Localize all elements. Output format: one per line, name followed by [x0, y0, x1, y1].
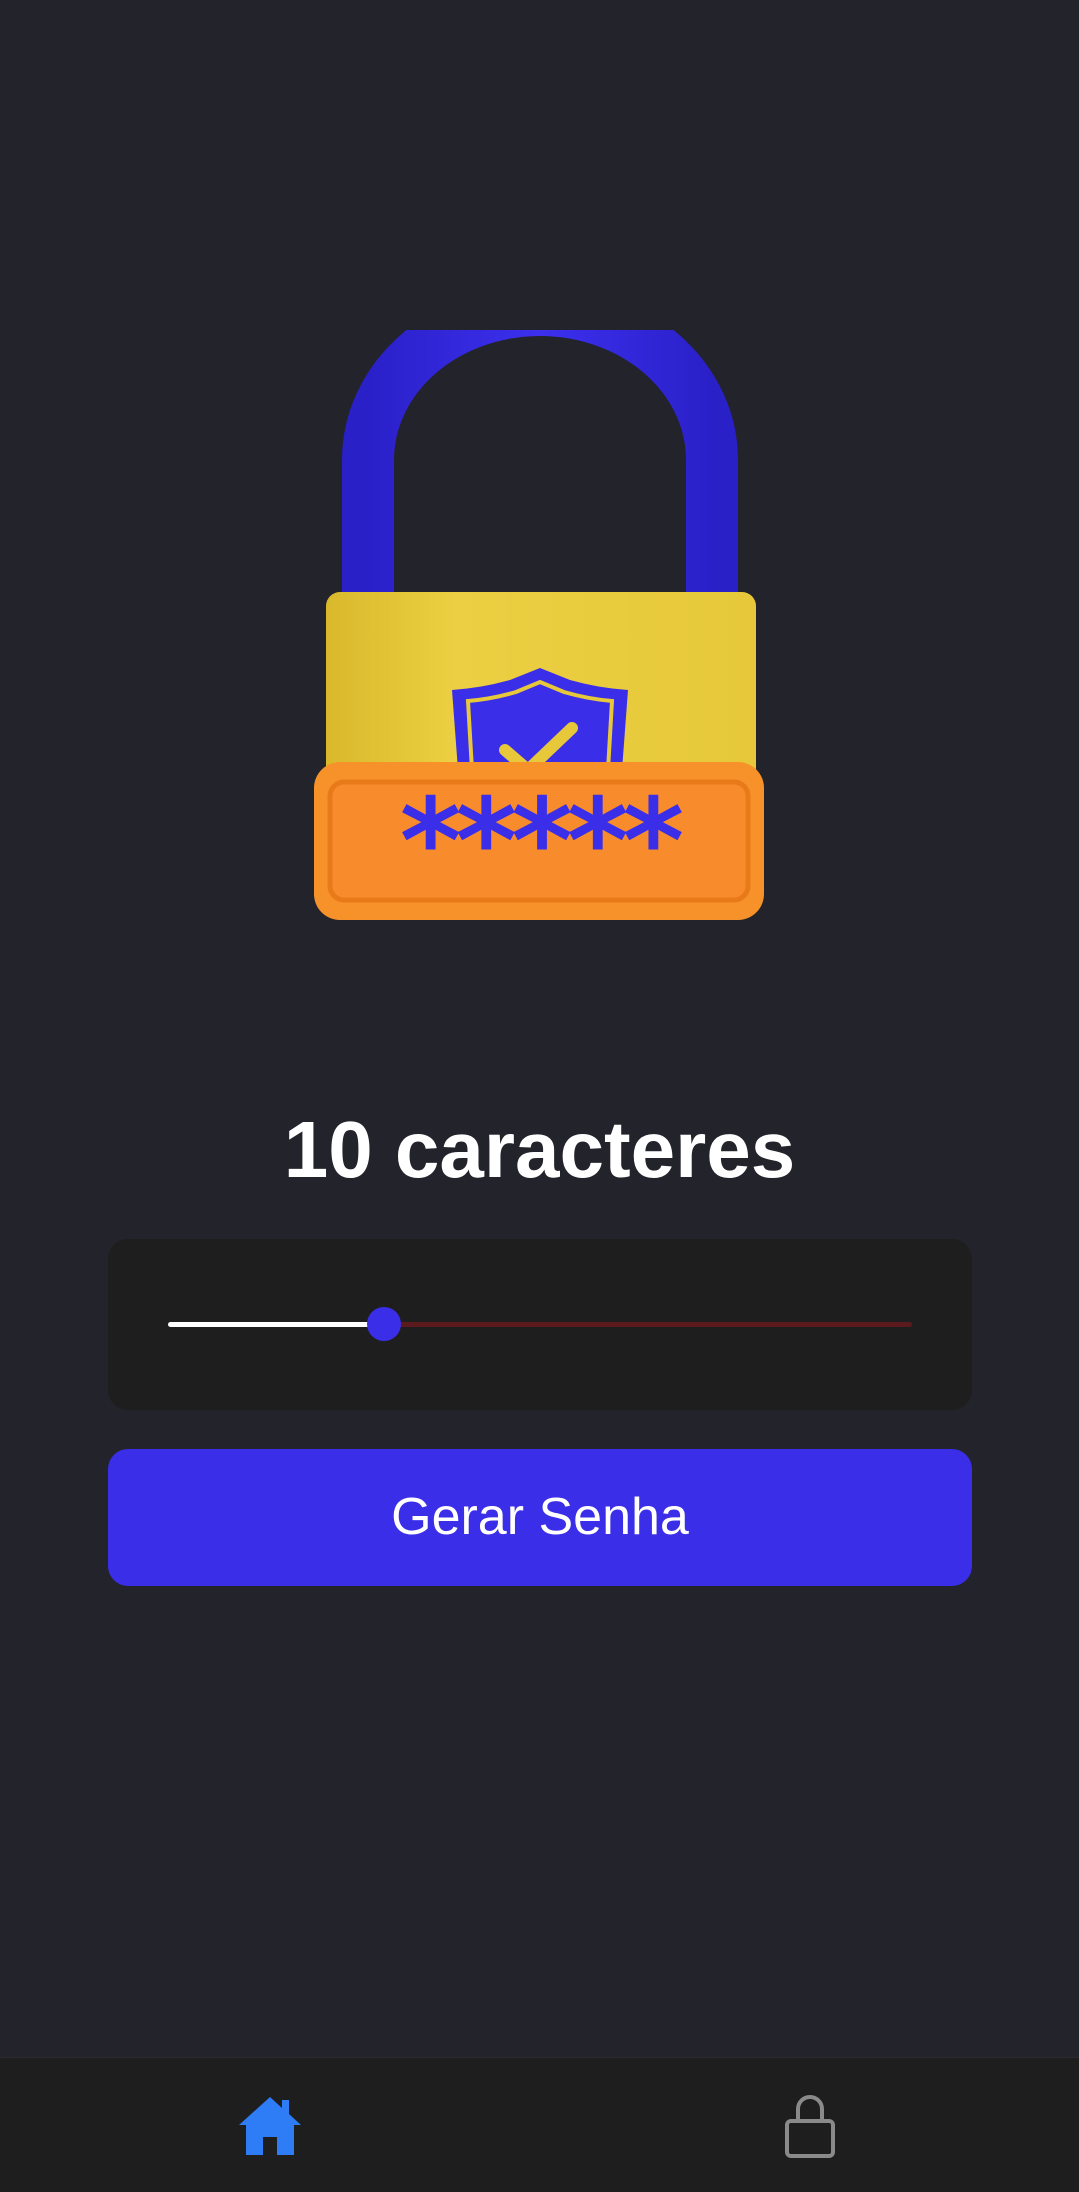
padlock-with-password-icon: *****: [314, 330, 764, 920]
nav-tab-passwords[interactable]: [770, 2086, 850, 2166]
padlock-logo: *****: [300, 330, 780, 950]
generate-password-button[interactable]: Gerar Senha: [108, 1449, 972, 1586]
home-icon: [239, 2097, 301, 2155]
masked-password-text: *****: [400, 772, 683, 910]
character-count-title: 10 caracteres: [283, 1105, 796, 1194]
length-slider-fill: [168, 1322, 384, 1327]
length-slider-card: [108, 1239, 972, 1410]
length-slider-track[interactable]: [168, 1322, 912, 1327]
lock-icon: [785, 2095, 835, 2158]
bottom-navigation-bar: [0, 2057, 1079, 2192]
length-slider-thumb[interactable]: [366, 1307, 401, 1341]
nav-tab-home[interactable]: [230, 2086, 310, 2166]
